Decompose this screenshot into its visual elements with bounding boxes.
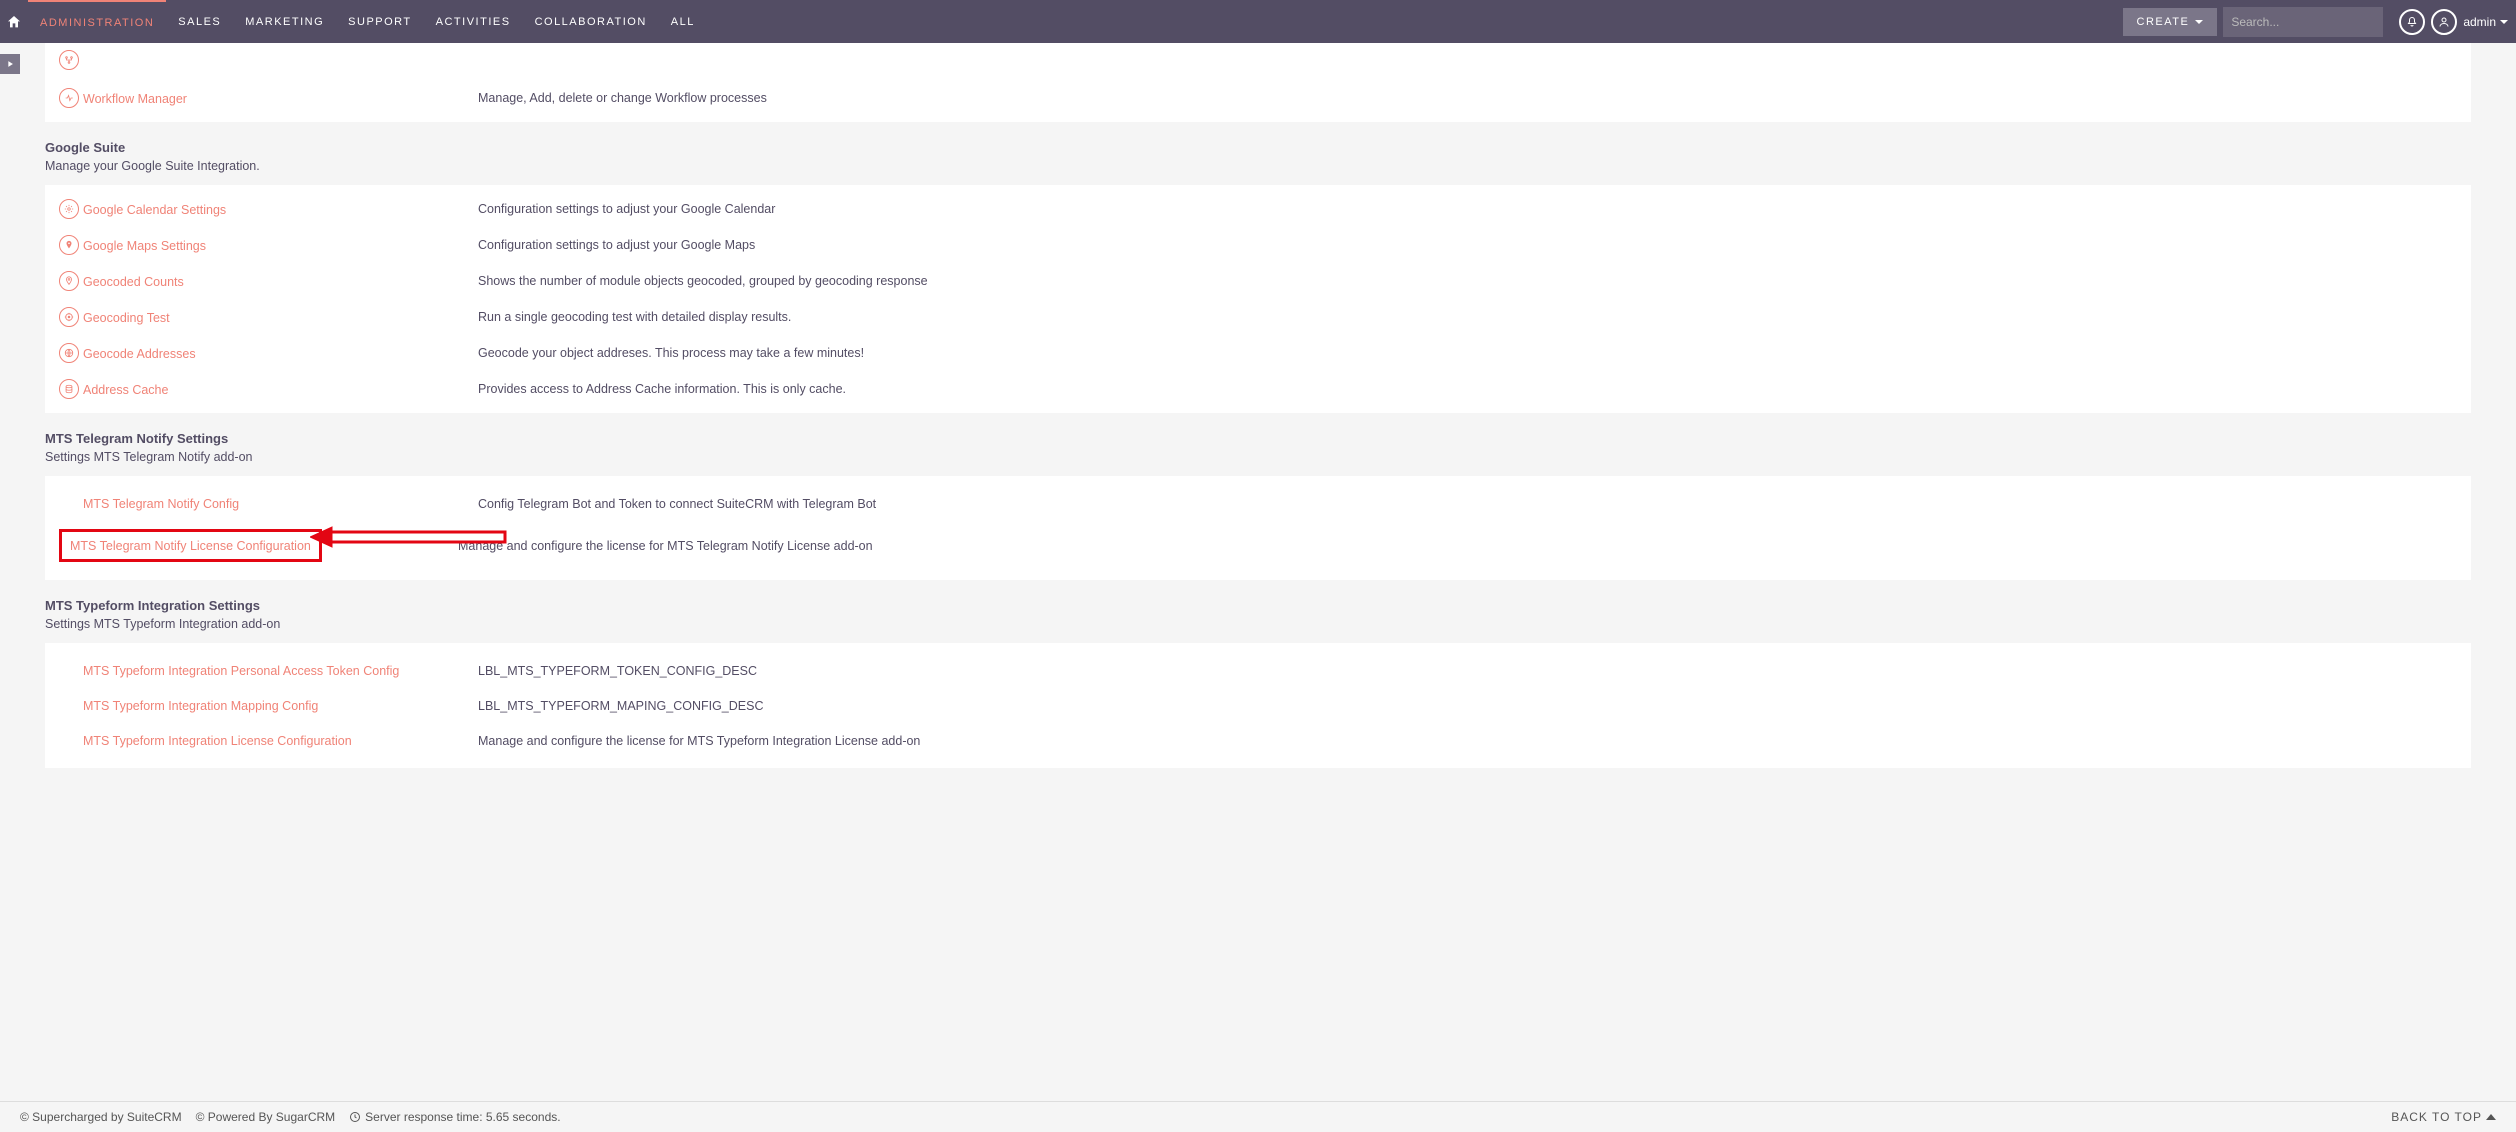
nav-tabs: ADMINISTRATION SALES MARKETING SUPPORT A… [28, 0, 707, 43]
section-title: MTS Telegram Notify Settings [45, 431, 2471, 446]
desc: LBL_MTS_TYPEFORM_TOKEN_CONFIG_DESC [478, 664, 757, 678]
link-telegram-license[interactable]: MTS Telegram Notify License Configuratio… [70, 539, 311, 553]
user-avatar-icon[interactable] [2431, 9, 2457, 35]
search-input[interactable] [2231, 15, 2386, 29]
list-item: Address Cache Provides access to Address… [45, 371, 2471, 407]
link-address-cache[interactable]: Address Cache [83, 383, 168, 397]
pin-icon [59, 235, 79, 255]
link-geocoding-test[interactable]: Geocoding Test [83, 311, 170, 325]
link-google-calendar[interactable]: Google Calendar Settings [83, 203, 226, 217]
top-nav: ADMINISTRATION SALES MARKETING SUPPORT A… [0, 0, 2516, 43]
card-workflow: Workflow Manager Manage, Add, delete or … [45, 43, 2471, 122]
link-geocode-addresses[interactable]: Geocode Addresses [83, 347, 196, 361]
workflow-icon [59, 88, 79, 108]
link-google-maps[interactable]: Google Maps Settings [83, 239, 206, 253]
section-title: MTS Typeform Integration Settings [45, 598, 2471, 613]
user-menu[interactable]: admin [2463, 15, 2508, 29]
desc: Manage and configure the license for MTS… [478, 734, 920, 748]
create-button[interactable]: CREATE [2123, 8, 2218, 36]
globe-icon [59, 343, 79, 363]
desc: Manage, Add, delete or change Workflow p… [478, 91, 767, 105]
footer-supercharged: © Supercharged by SuiteCRM [20, 1110, 182, 1124]
card-typeform: MTS Typeform Integration Personal Access… [45, 643, 2471, 768]
target-icon [59, 307, 79, 327]
gear-icon [59, 199, 79, 219]
tab-sales[interactable]: SALES [166, 0, 233, 43]
card-google: Google Calendar Settings Configuration s… [45, 185, 2471, 413]
section-google-suite: Google Suite Manage your Google Suite In… [45, 122, 2471, 185]
footer-powered: © Powered By SugarCRM [196, 1110, 336, 1124]
section-sub: Settings MTS Typeform Integration add-on [45, 617, 2471, 631]
card-telegram: MTS Telegram Notify Config Config Telegr… [45, 476, 2471, 580]
user-name: admin [2463, 15, 2496, 29]
list-item: MTS Typeform Integration Mapping Config … [45, 688, 2471, 723]
workflow-icon [59, 50, 79, 70]
footer: © Supercharged by SuiteCRM © Powered By … [0, 1101, 2516, 1132]
tab-collaboration[interactable]: COLLABORATION [523, 0, 659, 43]
pin-icon [59, 271, 79, 291]
search-box[interactable] [2223, 7, 2383, 37]
chevron-up-icon [2486, 1114, 2496, 1120]
link-typeform-mapping[interactable]: MTS Typeform Integration Mapping Config [83, 699, 318, 713]
tab-support[interactable]: SUPPORT [336, 0, 423, 43]
list-item: MTS Typeform Integration Personal Access… [45, 653, 2471, 688]
desc: Shows the number of module objects geoco… [478, 274, 928, 288]
list-item-highlighted: MTS Telegram Notify License Configuratio… [45, 521, 2471, 570]
chevron-down-icon [2500, 20, 2508, 24]
list-item: Workflow Manager Manage, Add, delete or … [45, 80, 2471, 116]
link-typeform-token[interactable]: MTS Typeform Integration Personal Access… [83, 664, 399, 678]
home-icon[interactable] [0, 0, 28, 43]
notifications-icon[interactable] [2399, 9, 2425, 35]
tab-administration[interactable]: ADMINISTRATION [28, 0, 166, 43]
desc: Manage and configure the license for MTS… [458, 539, 873, 553]
highlight-box: MTS Telegram Notify License Configuratio… [59, 529, 322, 562]
list-item [45, 45, 2471, 80]
desc: Run a single geocoding test with detaile… [478, 310, 791, 324]
list-item: MTS Typeform Integration License Configu… [45, 723, 2471, 758]
desc: Configuration settings to adjust your Go… [478, 202, 775, 216]
database-icon [59, 379, 79, 399]
create-label: CREATE [2137, 16, 2190, 28]
list-item: Google Calendar Settings Configuration s… [45, 191, 2471, 227]
section-title: Google Suite [45, 140, 2471, 155]
list-item: Geocode Addresses Geocode your object ad… [45, 335, 2471, 371]
section-sub: Settings MTS Telegram Notify add-on [45, 450, 2471, 464]
section-typeform: MTS Typeform Integration Settings Settin… [45, 580, 2471, 643]
link-typeform-license[interactable]: MTS Typeform Integration License Configu… [83, 734, 352, 748]
list-item: MTS Telegram Notify Config Config Telegr… [45, 486, 2471, 521]
link-geocoded-counts[interactable]: Geocoded Counts [83, 275, 184, 289]
desc: Provides access to Address Cache informa… [478, 382, 846, 396]
list-item: Geocoding Test Run a single geocoding te… [45, 299, 2471, 335]
back-to-top-label: BACK TO TOP [2391, 1110, 2482, 1124]
link-telegram-config[interactable]: MTS Telegram Notify Config [83, 497, 239, 511]
tab-activities[interactable]: ACTIVITIES [424, 0, 523, 43]
list-item: Geocoded Counts Shows the number of modu… [45, 263, 2471, 299]
desc: Config Telegram Bot and Token to connect… [478, 497, 876, 511]
page-content: Workflow Manager Manage, Add, delete or … [0, 43, 2516, 1101]
section-telegram: MTS Telegram Notify Settings Settings MT… [45, 413, 2471, 476]
desc: Geocode your object addreses. This proce… [478, 346, 864, 360]
desc: LBL_MTS_TYPEFORM_MAPING_CONFIG_DESC [478, 699, 763, 713]
tab-all[interactable]: ALL [659, 0, 707, 43]
clock-icon [349, 1111, 361, 1123]
chevron-down-icon [2195, 20, 2203, 24]
link-workflow-manager[interactable]: Workflow Manager [83, 92, 187, 106]
side-expand-tab[interactable] [0, 54, 20, 74]
back-to-top[interactable]: BACK TO TOP [2391, 1110, 2496, 1124]
section-sub: Manage your Google Suite Integration. [45, 159, 2471, 173]
desc: Configuration settings to adjust your Go… [478, 238, 755, 252]
footer-server: Server response time: 5.65 seconds. [365, 1110, 560, 1124]
list-item: Google Maps Settings Configuration setti… [45, 227, 2471, 263]
tab-marketing[interactable]: MARKETING [233, 0, 336, 43]
